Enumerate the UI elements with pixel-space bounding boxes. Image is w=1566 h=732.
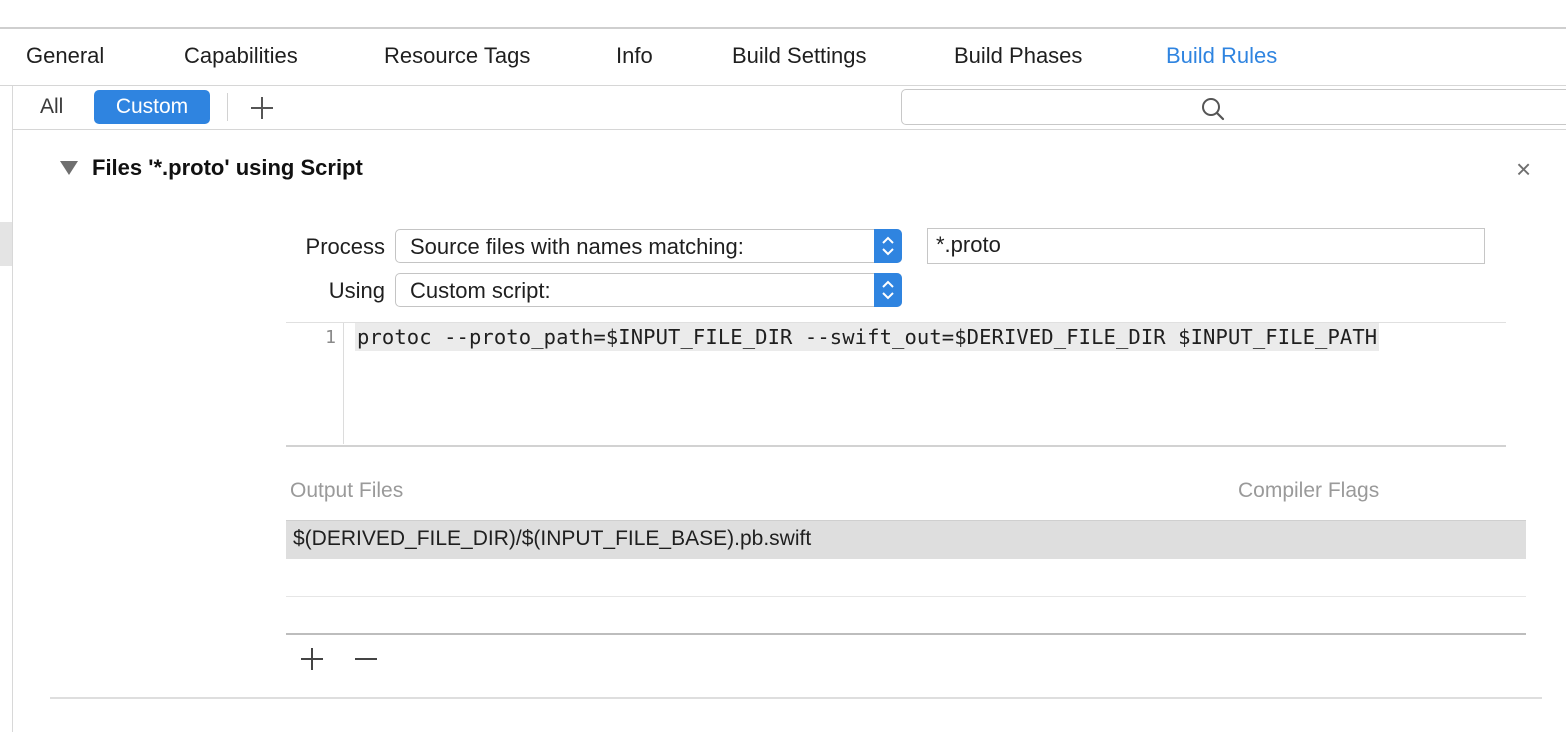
file-pattern-input[interactable]	[928, 229, 1484, 261]
table-bottom-border	[286, 633, 1526, 635]
table-row-divider	[286, 596, 1526, 597]
filter-separator	[227, 93, 228, 121]
output-file-path: $(DERIVED_FILE_DIR)/$(INPUT_FILE_BASE).p…	[293, 527, 812, 550]
remove-output-file-button[interactable]	[352, 645, 380, 673]
search-field[interactable]	[901, 89, 1566, 125]
plus-icon	[251, 97, 273, 119]
tab-capabilities[interactable]: Capabilities	[184, 43, 298, 69]
process-popup[interactable]: Source files with names matching:	[395, 229, 902, 263]
minus-icon	[355, 658, 377, 660]
script-line[interactable]: protoc --proto_path=$INPUT_FILE_DIR --sw…	[355, 323, 1380, 351]
output-files-header: Output Files	[290, 479, 404, 502]
tab-resource-tags[interactable]: Resource Tags	[384, 43, 530, 69]
compiler-flags-header: Compiler Flags	[1238, 479, 1380, 502]
popup-stepper-icon	[874, 273, 902, 307]
editor-tab-bar: General Capabilities Resource Tags Info …	[0, 29, 1566, 86]
search-icon	[1200, 96, 1226, 122]
add-output-file-button[interactable]	[298, 645, 326, 673]
table-row[interactable]: $(DERIVED_FILE_DIR)/$(INPUT_FILE_BASE).p…	[286, 520, 1526, 559]
tab-info[interactable]: Info	[616, 43, 653, 69]
process-popup-value: Source files with names matching:	[410, 234, 744, 259]
using-popup[interactable]: Custom script:	[395, 273, 902, 307]
process-label: Process	[305, 234, 385, 259]
close-icon[interactable]: ×	[1516, 154, 1531, 185]
popup-stepper-icon	[874, 229, 902, 263]
rule-title: Files '*.proto' using Script	[92, 155, 363, 180]
plus-icon	[301, 648, 323, 670]
line-number: 1	[325, 327, 336, 348]
rule-bottom-divider	[50, 697, 1542, 699]
tab-build-settings[interactable]: Build Settings	[732, 43, 867, 69]
using-popup-value: Custom script:	[410, 278, 551, 303]
tab-build-phases[interactable]: Build Phases	[954, 43, 1082, 69]
disclosure-triangle-icon[interactable]	[60, 161, 78, 175]
left-pane-scroll-indicator	[0, 222, 12, 266]
tab-build-rules[interactable]: Build Rules	[1166, 43, 1277, 69]
using-label: Using	[328, 278, 385, 303]
filter-all-button[interactable]: All	[40, 95, 63, 119]
filter-custom-button[interactable]: Custom	[94, 90, 210, 124]
add-rule-button[interactable]	[248, 94, 276, 122]
left-pane-divider	[12, 86, 13, 732]
tab-general[interactable]: General	[26, 43, 104, 69]
file-pattern-field[interactable]	[927, 228, 1485, 264]
